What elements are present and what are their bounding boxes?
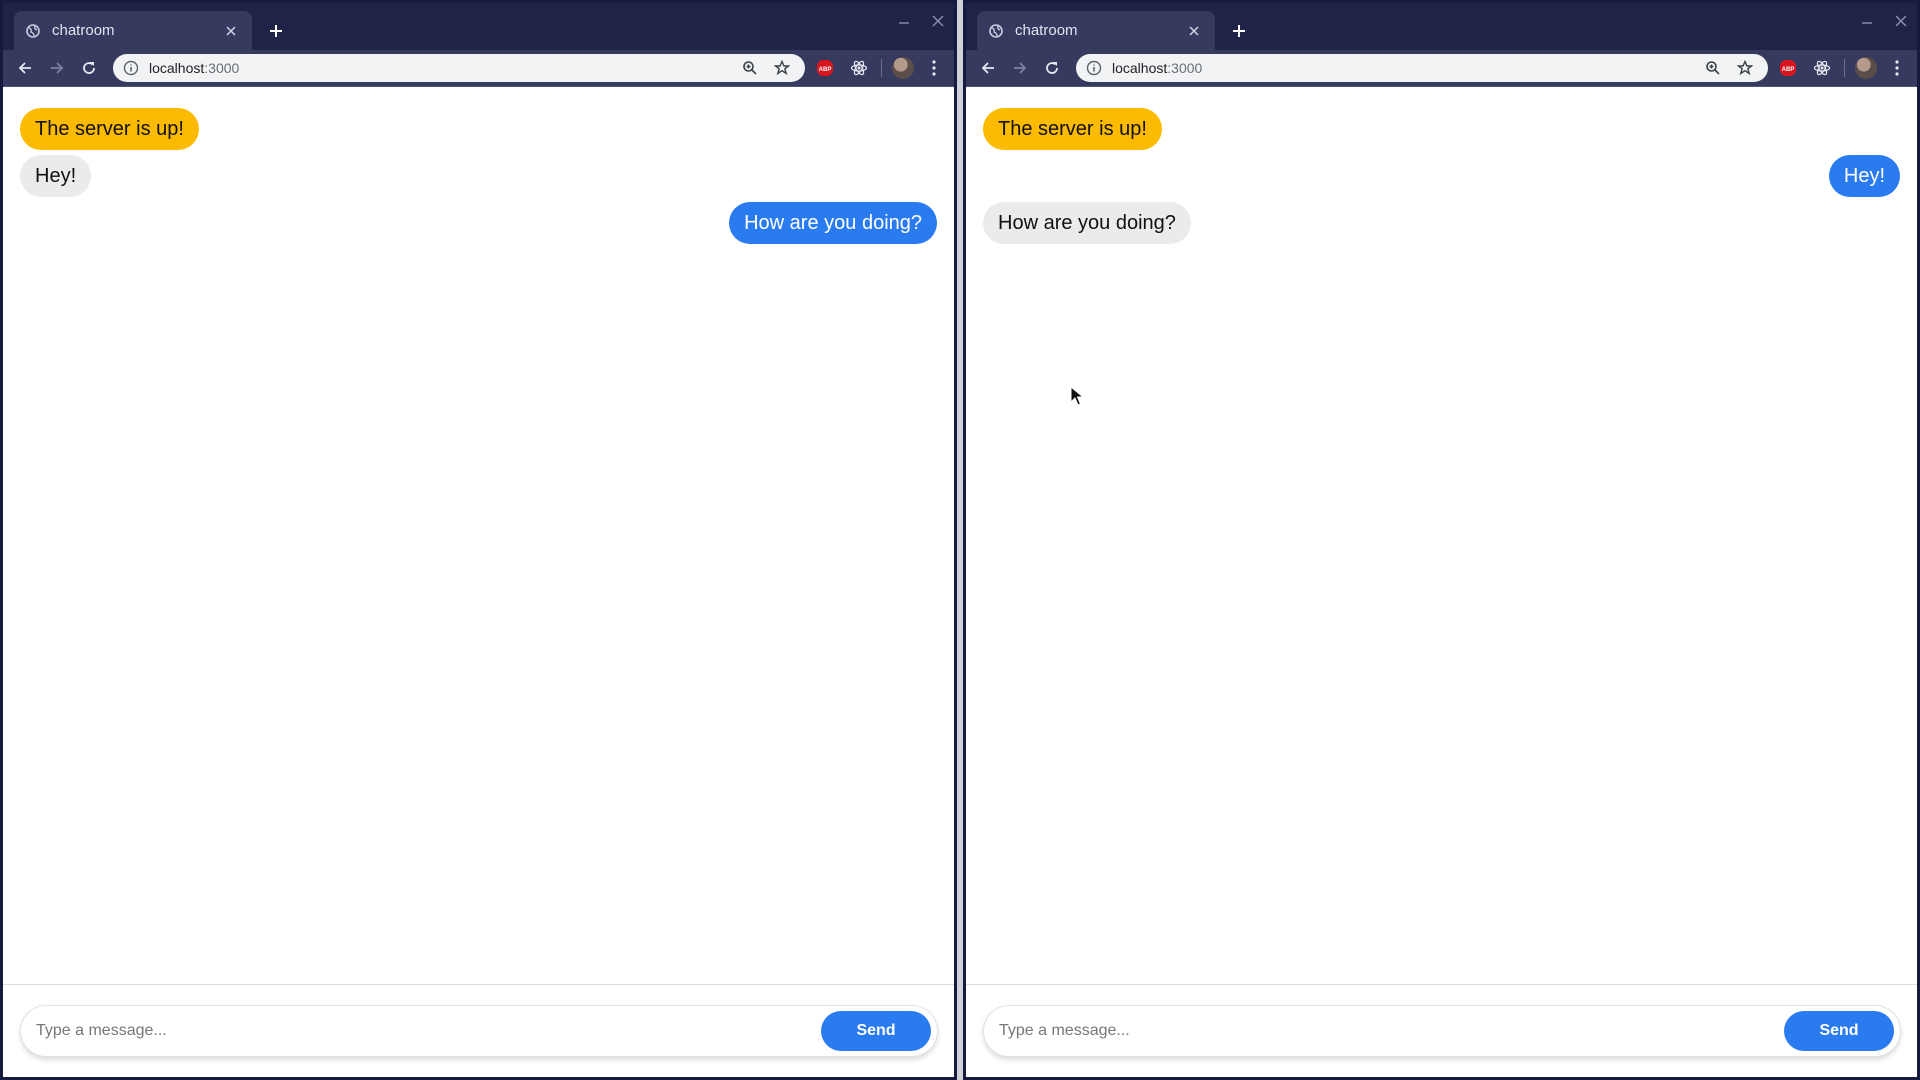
desktop: chatroom localhost:3000 ABP The server i… [0,0,1920,1080]
reload-icon[interactable] [73,52,105,84]
new-tab-icon[interactable] [1225,17,1253,45]
profile-avatar[interactable] [892,57,914,79]
kebab-menu-icon[interactable] [1883,54,1911,82]
tab-strip: chatroom [966,3,1917,50]
url-host: localhost [149,60,205,76]
message-list: The server is up! Hey! How are you doing… [983,108,1900,244]
tab-title: chatroom [1015,22,1078,39]
chat-area: The server is up! Hey! How are you doing… [966,86,1917,984]
system-message-bubble: The server is up! [20,108,199,150]
zoom-icon[interactable] [1700,57,1726,79]
back-arrow-icon[interactable] [972,52,1004,84]
message-row: Hey! [983,155,1900,197]
message-list: The server is up! Hey! How are you doing… [20,108,937,244]
kebab-menu-icon[interactable] [920,54,948,82]
received-message-bubble: How are you doing? [983,202,1191,244]
adblock-plus-icon[interactable]: ABP [1774,54,1802,82]
message-row: How are you doing? [983,202,1900,244]
message-input[interactable] [999,1022,1784,1040]
sent-message-bubble: How are you doing? [729,202,937,244]
svg-text:ABP: ABP [1782,67,1795,73]
url-text: localhost:3000 [149,60,731,76]
url-port: :3000 [1167,60,1203,76]
mouse-pointer-icon [1070,385,1085,406]
chat-area: The server is up! Hey! How are you doing… [3,86,954,984]
close-tab-icon[interactable] [1185,22,1203,40]
received-message-bubble: Hey! [20,155,92,197]
browser-window-left: chatroom localhost:3000 ABP The server i… [0,0,957,1080]
message-composer: Send [966,984,1917,1077]
site-info-icon[interactable] [1086,60,1102,76]
message-input[interactable] [36,1022,821,1040]
browser-toolbar: localhost:3000 ABP [966,50,1917,86]
url-host: localhost [1112,60,1168,76]
url-text: localhost:3000 [1112,60,1694,76]
tab-strip: chatroom [3,3,954,50]
sent-message-bubble: Hey! [1828,155,1900,197]
forward-arrow-icon[interactable] [41,52,73,84]
reload-icon[interactable] [1036,52,1068,84]
message-composer: Send [3,984,954,1077]
react-devtools-icon[interactable] [1808,54,1836,82]
close-tab-icon[interactable] [222,22,240,40]
bookmark-star-icon[interactable] [769,57,795,79]
address-bar[interactable]: localhost:3000 [113,54,805,82]
new-tab-icon[interactable] [262,17,290,45]
bookmark-star-icon[interactable] [1732,57,1758,79]
send-button[interactable]: Send [821,1011,931,1051]
browser-toolbar: localhost:3000 ABP [3,50,954,86]
globe-icon [989,23,1003,38]
back-arrow-icon[interactable] [9,52,41,84]
message-row: Hey! [20,155,937,197]
close-window-icon[interactable] [1893,13,1909,29]
message-row: How are you doing? [20,202,937,244]
tab-title: chatroom [52,22,115,39]
profile-avatar[interactable] [1855,57,1877,79]
message-input-container: Send [21,1006,937,1056]
forward-arrow-icon[interactable] [1004,52,1036,84]
svg-text:ABP: ABP [819,67,832,73]
message-row: The server is up! [983,108,1900,150]
toolbar-divider [1844,59,1845,77]
site-info-icon[interactable] [123,60,139,76]
globe-icon [26,23,40,38]
minimize-icon[interactable] [1859,13,1875,29]
message-input-container: Send [984,1006,1900,1056]
system-message-bubble: The server is up! [983,108,1162,150]
minimize-icon[interactable] [896,13,912,29]
tab-chatroom[interactable]: chatroom [977,11,1215,50]
adblock-plus-icon[interactable]: ABP [811,54,839,82]
message-row: The server is up! [20,108,937,150]
browser-window-right: chatroom localhost:3000 ABP The server i… [963,0,1920,1080]
tab-chatroom[interactable]: chatroom [14,11,252,50]
close-window-icon[interactable] [930,13,946,29]
zoom-icon[interactable] [737,57,763,79]
toolbar-divider [881,59,882,77]
react-devtools-icon[interactable] [845,54,873,82]
url-port: :3000 [204,60,240,76]
send-button[interactable]: Send [1784,1011,1894,1051]
address-bar[interactable]: localhost:3000 [1076,54,1768,82]
